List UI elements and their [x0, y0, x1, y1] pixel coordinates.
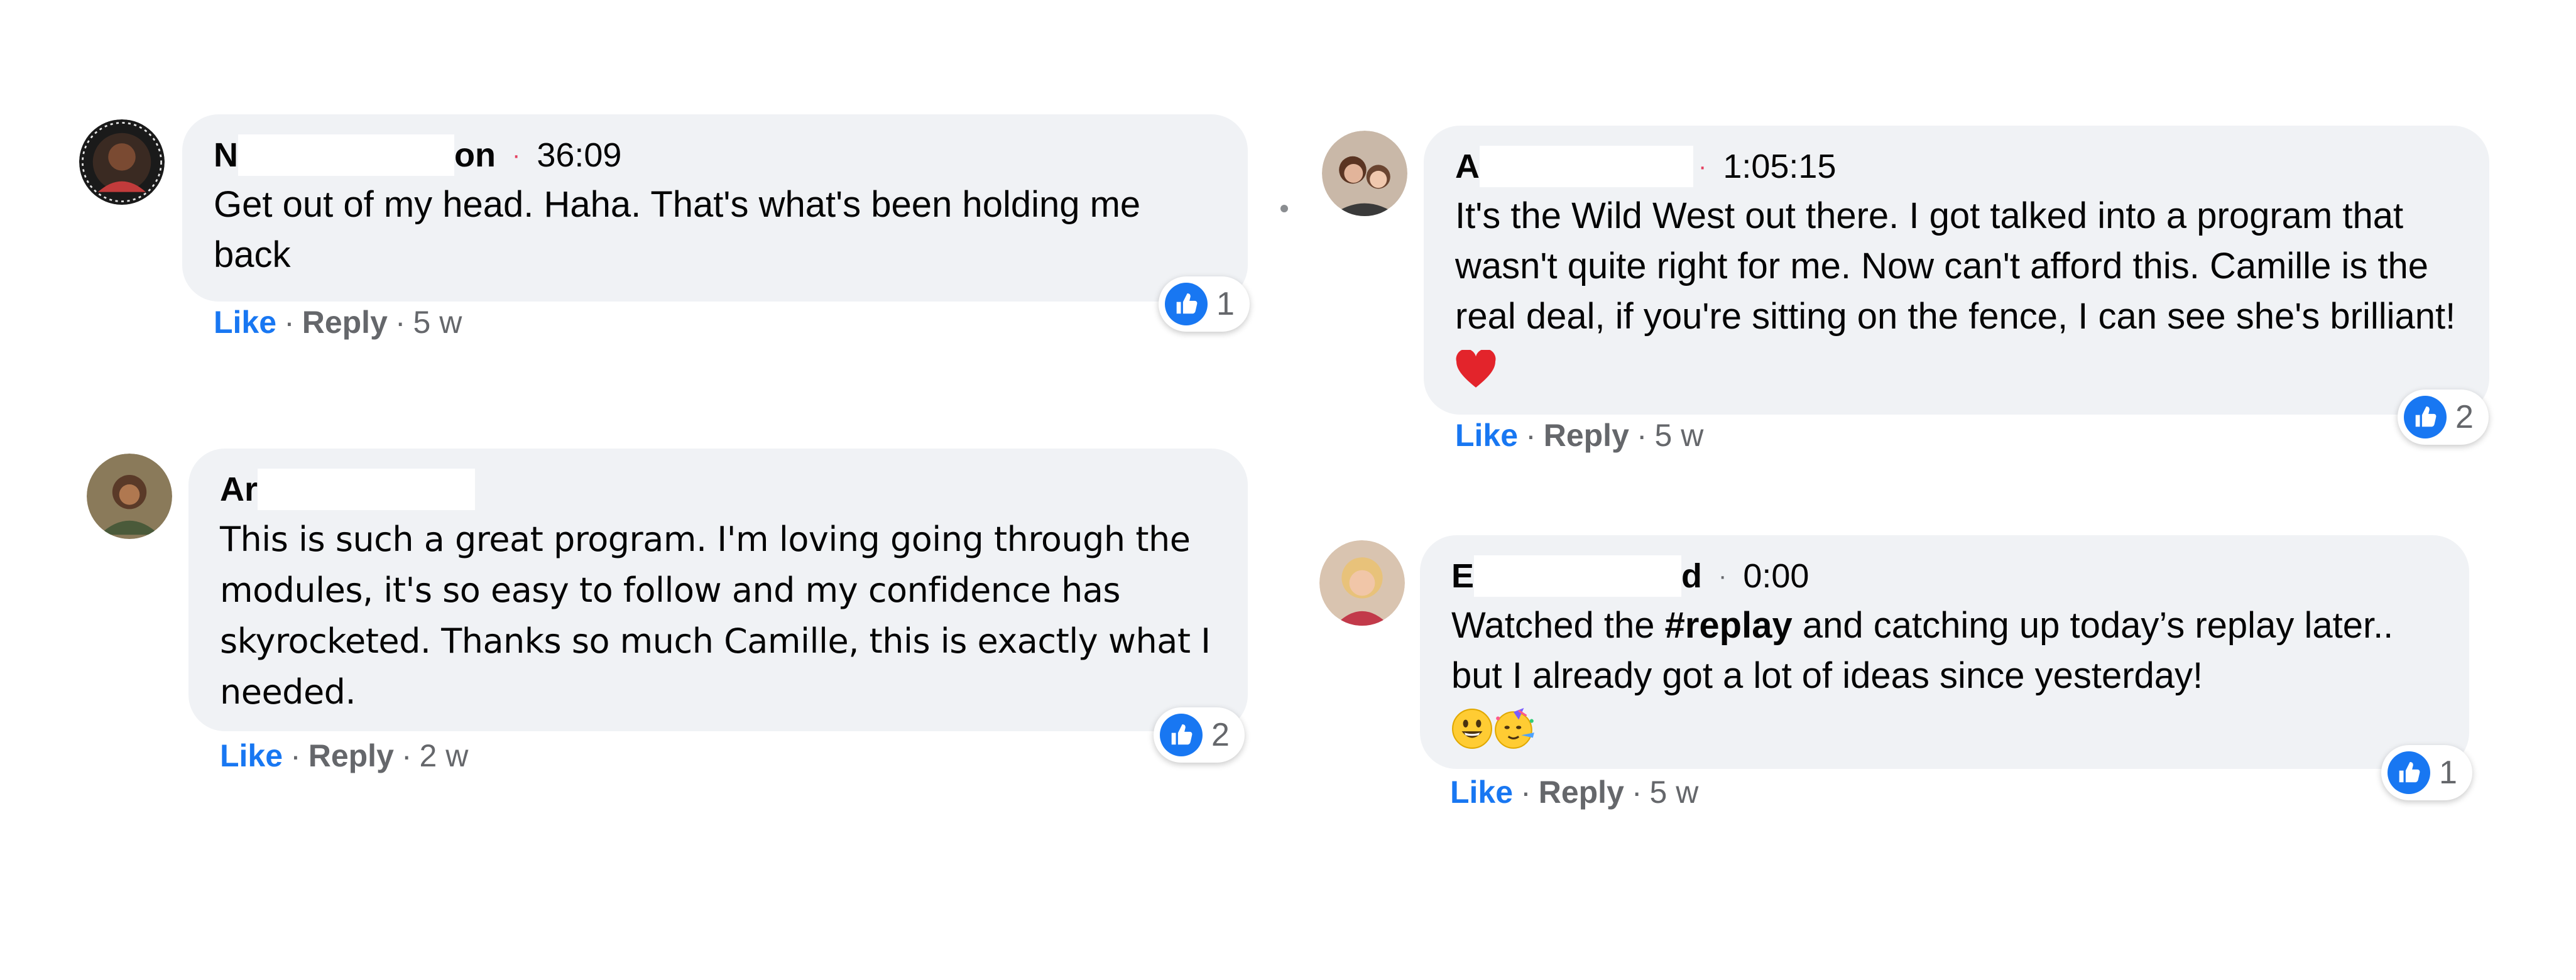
column-divider-dot [1280, 205, 1288, 212]
comment-actions: Like · Reply · 5 w [1455, 417, 1703, 454]
like-button[interactable]: Like [214, 305, 276, 340]
comment-text-wrapper: It's the Wild West out there. I got talk… [1455, 191, 2460, 392]
like-button[interactable]: Like [1455, 418, 1518, 453]
comment-actions: Like · Reply · 5 w [1450, 774, 1698, 810]
video-timestamp[interactable]: 0:00 [1743, 555, 1809, 597]
avatar[interactable] [1322, 131, 1407, 216]
comment-age[interactable]: 5 w [1655, 418, 1704, 453]
separator: · [1520, 775, 1531, 810]
comment-text-before: Watched the [1451, 605, 1665, 646]
comment-age[interactable]: 5 w [413, 305, 462, 340]
author-name[interactable]: A [1455, 146, 1480, 187]
reaction-count-badge[interactable]: 2 [1154, 707, 1245, 763]
thumbs-up-reaction-icon [1165, 283, 1208, 325]
timestamp-separator: · [511, 141, 521, 169]
comment-actions: Like · Reply · 2 w [220, 738, 468, 774]
redacted-author-name [1474, 555, 1682, 597]
author-name-end[interactable]: on [454, 134, 496, 176]
comment-bubble: Ar This is such a great program. I'm lov… [188, 449, 1248, 731]
author-name-end[interactable]: d [1681, 555, 1702, 597]
avatar[interactable] [87, 454, 172, 539]
reply-button[interactable]: Reply [1544, 418, 1629, 453]
separator: · [290, 738, 301, 773]
comment-header: A · 1:05:15 [1455, 146, 2458, 187]
separator: · [395, 305, 406, 340]
separator: · [284, 305, 295, 340]
redacted-author-name [258, 469, 476, 510]
comment-header: E d · 0:00 [1451, 555, 2438, 597]
comment-text-wrapper: Watched the #replay and catching up toda… [1451, 601, 2450, 751]
thumbs-up-reaction-icon [1160, 714, 1203, 756]
reaction-count: 1 [1216, 286, 1235, 322]
comment-header: Ar [220, 469, 1216, 510]
comment-text: Get out of my head. Haha. That's what's … [214, 184, 1141, 275]
reply-button[interactable]: Reply [1539, 775, 1624, 810]
comment-bubble: A · 1:05:15 It's the Wild West out there… [1424, 126, 2489, 415]
comment-header: N on · 36:09 [214, 134, 1216, 176]
like-button[interactable]: Like [220, 738, 283, 773]
redacted-author-name [238, 134, 454, 176]
video-timestamp[interactable]: 36:09 [537, 134, 621, 176]
timestamp-separator: · [1698, 153, 1707, 180]
author-name[interactable]: E [1451, 555, 1474, 597]
thumbs-up-reaction-icon [2388, 751, 2430, 794]
like-button[interactable]: Like [1450, 775, 1513, 810]
comment-text: This is such a great program. I'm loving… [220, 520, 1211, 712]
separator: · [401, 738, 412, 773]
separator: · [1636, 418, 1647, 453]
comment-bubble: N on · 36:09 Get out of my head. Haha. T… [182, 114, 1248, 302]
reaction-count: 2 [1211, 717, 1230, 753]
avatar[interactable] [79, 119, 165, 205]
comment-actions: Like · Reply · 5 w [214, 304, 462, 340]
reaction-count: 2 [2455, 399, 2474, 435]
comment-bubble: E d · 0:00 Watched the #replay and catch… [1420, 535, 2469, 769]
video-timestamp[interactable]: 1:05:15 [1723, 146, 1836, 187]
partying-face-emoji [1495, 707, 1534, 749]
reply-button[interactable]: Reply [308, 738, 394, 773]
hashtag-link[interactable]: #replay [1665, 605, 1793, 646]
separator: · [1525, 418, 1536, 453]
grinning-face-emoji [1452, 708, 1492, 749]
author-name[interactable]: Ar [220, 469, 258, 510]
separator: · [1631, 775, 1642, 810]
redacted-author-name [1480, 146, 1693, 187]
author-name[interactable]: N [214, 134, 238, 176]
avatar[interactable] [1319, 540, 1405, 626]
comment-text: It's the Wild West out there. I got talk… [1455, 195, 2456, 337]
reaction-count-badge[interactable]: 2 [2398, 389, 2489, 445]
thumbs-up-reaction-icon [2404, 396, 2447, 438]
timestamp-separator: · [1718, 562, 1727, 590]
reaction-count-badge[interactable]: 1 [2381, 745, 2472, 800]
reaction-count-badge[interactable]: 1 [1159, 276, 1250, 332]
comment-age[interactable]: 2 w [420, 738, 469, 773]
red-heart-emoji [1456, 349, 1496, 388]
reaction-count: 1 [2439, 754, 2457, 791]
reply-button[interactable]: Reply [302, 305, 388, 340]
comment-age[interactable]: 5 w [1650, 775, 1699, 810]
